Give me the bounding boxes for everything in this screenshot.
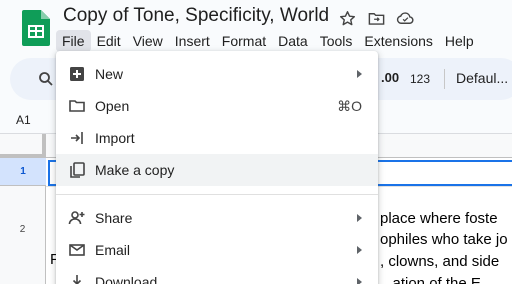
font-family-select[interactable]: Defaul... bbox=[456, 70, 508, 86]
cloud-done-icon[interactable] bbox=[396, 9, 415, 28]
new-sheet-icon bbox=[68, 65, 86, 83]
submenu-arrow-icon bbox=[357, 278, 362, 284]
cell-text-line: , clowns, and side bbox=[380, 253, 500, 270]
increase-decimal-button[interactable]: .00 bbox=[381, 70, 399, 85]
submenu-arrow-icon bbox=[357, 70, 362, 78]
menu-item-label: Email bbox=[95, 242, 131, 258]
menu-item-label: Open bbox=[95, 98, 130, 114]
menu-view[interactable]: View bbox=[127, 30, 169, 52]
email-icon bbox=[68, 241, 86, 259]
menu-item-make-a-copy[interactable]: Make a copy bbox=[56, 154, 378, 186]
menu-item-email[interactable]: Email bbox=[56, 234, 378, 266]
search-menus-icon[interactable] bbox=[38, 71, 54, 87]
folder-move-icon[interactable] bbox=[367, 9, 386, 28]
menu-item-import[interactable]: Import bbox=[56, 122, 378, 154]
menu-help[interactable]: Help bbox=[439, 30, 480, 52]
shortcut-text: ⌘O bbox=[337, 97, 362, 114]
menu-divider bbox=[56, 194, 378, 195]
menu-item-label: Download bbox=[95, 274, 158, 284]
row-header-1[interactable]: 1 bbox=[0, 158, 46, 186]
folder-open-icon bbox=[68, 97, 86, 115]
star-icon[interactable] bbox=[338, 9, 357, 28]
menu-item-label: Share bbox=[95, 210, 133, 226]
menu-edit[interactable]: Edit bbox=[91, 30, 127, 52]
import-icon bbox=[68, 129, 86, 147]
name-box[interactable]: A1 bbox=[16, 113, 31, 127]
menu-item-download[interactable]: Download bbox=[56, 266, 378, 284]
copy-icon bbox=[68, 161, 86, 179]
number-format-button[interactable]: 123 bbox=[410, 72, 430, 86]
menu-item-new[interactable]: New bbox=[56, 58, 378, 90]
menu-file[interactable]: File bbox=[56, 30, 91, 52]
menu-insert[interactable]: Insert bbox=[169, 30, 216, 52]
menu-format[interactable]: Format bbox=[216, 30, 272, 52]
cell-text-line: place where foste bbox=[380, 210, 498, 227]
file-menu-dropdown: New Open ⌘O Import Make a copy Share Ema… bbox=[56, 51, 378, 284]
submenu-arrow-icon bbox=[357, 246, 362, 254]
menu-item-label: Import bbox=[95, 130, 135, 146]
row-header-2[interactable]: 2 bbox=[0, 186, 46, 284]
document-title[interactable]: Copy of Tone, Specificity, World bbox=[63, 5, 329, 27]
download-icon bbox=[68, 273, 86, 284]
menu-item-label: Make a copy bbox=[95, 162, 175, 178]
select-all-corner[interactable] bbox=[0, 134, 46, 158]
menu-data[interactable]: Data bbox=[272, 30, 314, 52]
submenu-arrow-icon bbox=[357, 214, 362, 222]
menu-bar: File Edit View Insert Format Data Tools … bbox=[56, 30, 480, 52]
person-add-icon bbox=[68, 209, 86, 227]
menu-extensions[interactable]: Extensions bbox=[358, 30, 438, 52]
menu-tools[interactable]: Tools bbox=[314, 30, 359, 52]
menu-item-share[interactable]: Share bbox=[56, 202, 378, 234]
cell-text-line: ...ation of the E... bbox=[380, 275, 494, 284]
menu-item-label: New bbox=[95, 66, 124, 82]
sheets-logo-icon[interactable] bbox=[22, 10, 50, 46]
menu-item-open[interactable]: Open ⌘O bbox=[56, 90, 378, 122]
cell-text-line: ophiles who take jo bbox=[380, 231, 508, 248]
toolbar-divider bbox=[444, 69, 445, 89]
